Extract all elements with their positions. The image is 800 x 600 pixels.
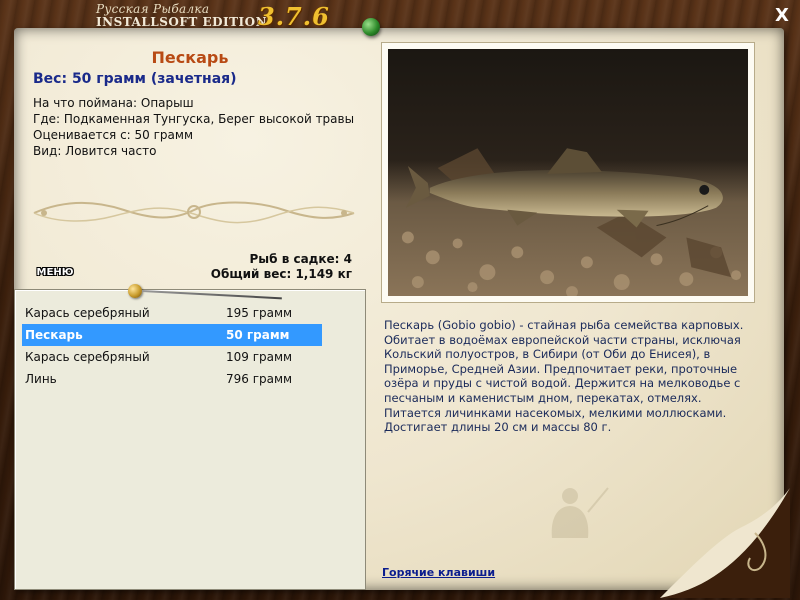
page-curl-icon [660,488,790,598]
list-item[interactable]: Карась серебряный 109 грамм [22,346,322,368]
fish-description: Пескарь (Gobio gobio) - стайная рыба сем… [384,318,744,435]
total-weight: Общий вес: 1,149 кг [210,267,352,281]
brand-title-bottom: INSTALLSOFT EDITION [96,15,268,29]
angler-watermark-icon [551,487,609,538]
hotkeys-link[interactable]: Горячие клавиши [382,566,495,579]
fish-details: На что поймана: Опарыш Где: Подкаменная … [33,95,363,159]
net-stats: Рыб в садке: 4 Общий вес: 1,149 кг [180,252,352,282]
fish-weight: Вес: 50 грамм (зачетная) [33,71,237,87]
close-button[interactable]: X [772,6,792,26]
menu-button[interactable]: МЕНЮ [34,266,76,280]
detail-location: Где: Подкаменная Тунгуска, Берег высокой… [33,112,355,126]
detail-bait: На что поймана: Опарыш [33,96,194,110]
detail-value: Оценивается с: 50 грамм [33,128,193,142]
list-item-name: Карась серебряный [25,350,150,364]
fish-count: Рыб в садке: 4 [249,252,353,266]
brass-pin-icon [128,284,142,298]
brand-title-top: Русская Рыбалка [96,2,210,16]
list-item-name: Линь [25,372,57,386]
catch-list: Карась серебряный 195 грамм Пескарь 50 г… [14,289,366,590]
fish-name-title: Пескарь [151,48,229,67]
list-item[interactable]: Линь 796 грамм [22,368,322,390]
fish-photo-frame [381,42,755,303]
list-item[interactable]: Пескарь 50 грамм [22,324,322,346]
list-item-weight: 195 грамм [226,306,293,320]
ornament-divider-icon [33,201,355,224]
list-item-name: Карась серебряный [25,306,150,320]
detail-kind: Вид: Ловится часто [33,144,157,158]
list-item-name: Пескарь [25,328,83,342]
list-item-weight: 50 грамм [226,328,290,342]
list-item-weight: 796 грамм [226,372,293,386]
version-label: 3.7.6 [258,2,330,31]
green-pin-icon [362,18,380,36]
list-item-weight: 109 грамм [226,350,293,364]
fish-photo [388,49,748,298]
list-item[interactable]: Карась серебряный 195 грамм [22,302,322,324]
